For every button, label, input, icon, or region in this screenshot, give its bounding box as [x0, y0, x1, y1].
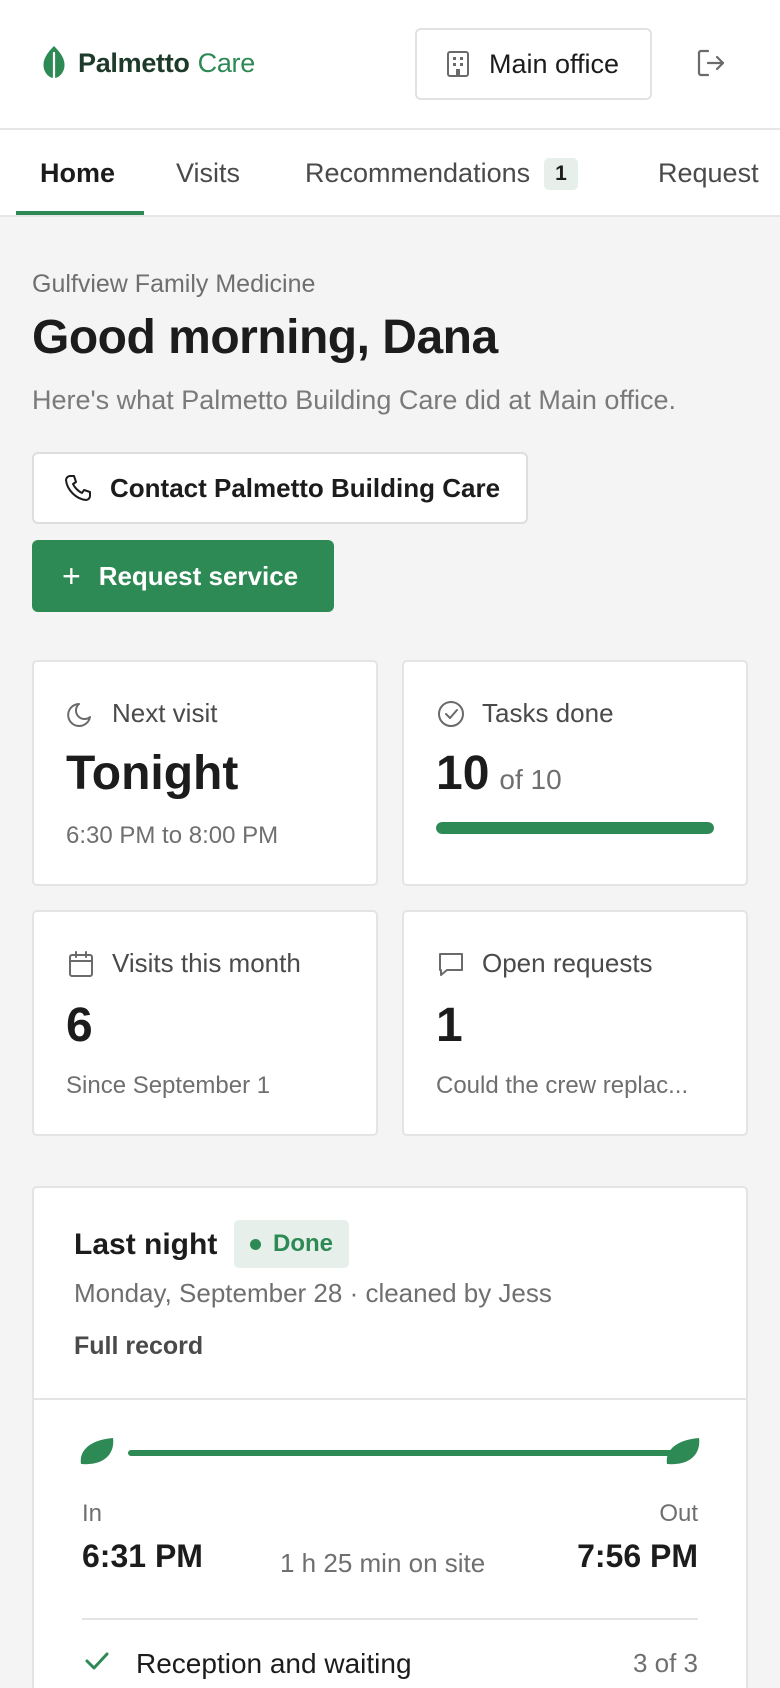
tab-label: Home	[40, 158, 116, 188]
card-header: Open requests	[436, 948, 653, 979]
contact-button-label: Contact Palmetto Building Care	[110, 472, 501, 503]
request-service-button[interactable]: + Request service	[32, 540, 334, 612]
office-selector-button[interactable]: Main office	[415, 28, 652, 100]
card-label: Visits this month	[112, 948, 301, 978]
last-visit-card: Last night Done Monday, September 28 · c…	[32, 1186, 748, 1688]
last-visit-date: Monday, September 28 · cleaned by Jess	[74, 1278, 552, 1308]
moon-icon	[67, 702, 91, 727]
tab-request[interactable]: Request	[658, 130, 759, 215]
clinic-name: Gulfview Family Medicine	[32, 270, 316, 298]
recommendations-count-badge: 1	[544, 157, 578, 190]
visits-month-card[interactable]: Visits this month 6 Since September 1	[32, 910, 378, 1136]
building-icon	[447, 51, 469, 77]
tab-label: Request	[658, 158, 759, 188]
check-in-time: 6:31 PM	[82, 1538, 203, 1574]
visit-timeline-bar	[128, 1450, 686, 1456]
tasks-done-card[interactable]: Tasks done 10 of 10	[402, 660, 748, 886]
visit-duration: 1 h 25 min on site	[280, 1548, 486, 1578]
chat-icon	[439, 952, 463, 976]
card-label: Open requests	[482, 948, 653, 978]
card-subtext: Since September 1	[66, 1072, 271, 1099]
tab-label: Recommendations	[305, 158, 531, 188]
tab-label: Visits	[176, 158, 241, 188]
page-title: Good morning, Dana	[32, 311, 498, 364]
phone-icon	[65, 475, 91, 501]
card-label: Tasks done	[482, 698, 614, 728]
app-header: Palmetto Care Main office	[0, 0, 780, 130]
leaf-start-icon	[80, 1438, 114, 1465]
tasks-progress-fill	[436, 822, 714, 834]
divider	[34, 1398, 746, 1400]
active-tab-indicator	[16, 211, 144, 215]
card-header: Tasks done	[436, 698, 614, 729]
card-subtext: Could the crew replac...	[436, 1072, 689, 1099]
nav-tabs: Home Visits Recommendations 1 Request	[0, 130, 780, 217]
card-header: Next visit	[66, 698, 217, 729]
tasks-total: of 10	[499, 764, 562, 795]
tab-recommendations[interactable]: Recommendations 1	[305, 130, 578, 215]
leaf-logo-icon	[43, 46, 65, 81]
leaf-end-icon	[666, 1438, 700, 1465]
contact-button[interactable]: Contact Palmetto Building Care	[32, 452, 528, 524]
brand-suffix: Care	[197, 47, 256, 78]
page-subtitle: Here's what Palmetto Building Care did a…	[32, 385, 676, 415]
brand-logo[interactable]: Palmetto Care	[42, 44, 255, 82]
request-service-label: Request service	[98, 560, 299, 591]
tasks-done-count: 10	[436, 747, 490, 800]
check-out-time: 7:56 PM	[577, 1538, 698, 1574]
last-visit-title: Last night	[74, 1228, 218, 1261]
tab-home[interactable]: Home	[40, 130, 116, 215]
card-value: 10 of 10	[436, 746, 562, 801]
status-badge: Done	[234, 1220, 349, 1268]
next-visit-card[interactable]: Next visit Tonight 6:30 PM to 8:00 PM	[32, 660, 378, 886]
card-header: Visits this month	[66, 948, 301, 979]
card-value: 6	[66, 999, 93, 1052]
card-value: Tonight	[66, 747, 239, 800]
tab-visits[interactable]: Visits	[176, 130, 241, 215]
tasks-progress-bar	[436, 822, 714, 834]
check-out-label: Out	[659, 1500, 698, 1527]
card-subtext: 6:30 PM to 8:00 PM	[66, 822, 279, 849]
logout-icon[interactable]	[694, 46, 728, 80]
checkmark-icon	[85, 1652, 109, 1670]
area-name: Reception and waiting	[136, 1648, 412, 1679]
card-value: 1	[436, 999, 463, 1052]
calendar-icon	[69, 950, 93, 977]
check-in-label: In	[82, 1500, 103, 1527]
plus-icon: +	[62, 558, 81, 594]
divider	[82, 1618, 698, 1620]
open-requests-card[interactable]: Open requests 1 Could the crew replac...	[402, 910, 748, 1136]
full-record-link[interactable]: Full record	[74, 1332, 203, 1361]
check-circle-icon	[438, 700, 464, 727]
area-task-count: 3 of 3	[632, 1648, 698, 1678]
status-dot	[250, 1238, 261, 1250]
status-label: Done	[273, 1230, 333, 1257]
office-selector-label: Main office	[489, 48, 620, 79]
brand-name: Palmetto	[78, 47, 190, 78]
card-label: Next visit	[112, 698, 218, 728]
